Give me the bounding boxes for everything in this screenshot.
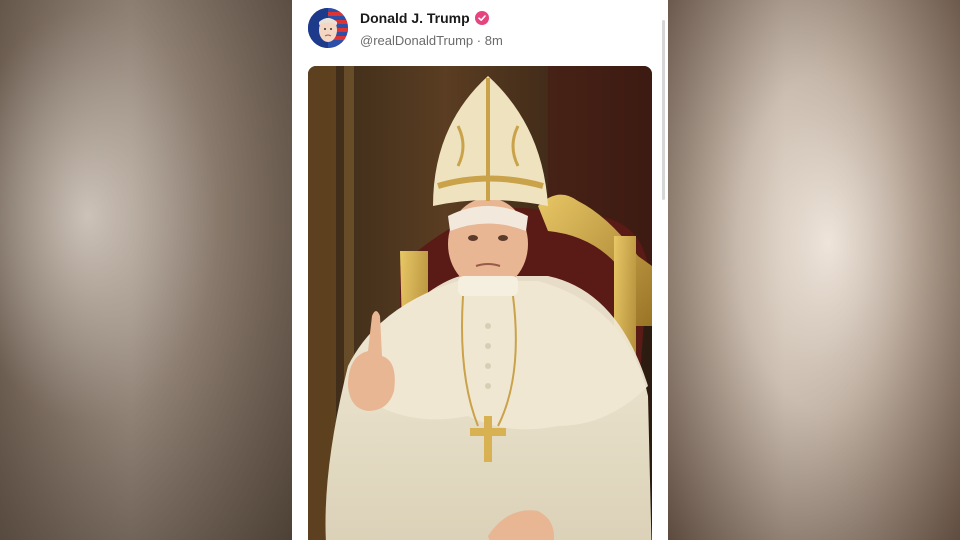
author-handle[interactable]: @realDonaldTrump [360, 33, 473, 48]
post-image-graphic [308, 66, 652, 540]
verified-badge-icon [474, 11, 489, 25]
post-header: Donald J. Trump @realDonaldTrump · 8m [308, 8, 652, 52]
avatar[interactable] [308, 8, 348, 48]
author-name-row: Donald J. Trump [360, 10, 489, 26]
author-handle-line: @realDonaldTrump · 8m [360, 33, 503, 48]
blurred-background-right [668, 0, 960, 540]
blurred-background-left [0, 0, 292, 540]
post-image[interactable] [308, 66, 652, 540]
author-display-name[interactable]: Donald J. Trump [360, 10, 470, 26]
social-post-card: Donald J. Trump @realDonaldTrump · 8m [292, 0, 668, 540]
post-time[interactable]: 8m [485, 33, 503, 48]
separator-dot: · [476, 33, 482, 48]
scrollbar[interactable] [662, 20, 665, 200]
